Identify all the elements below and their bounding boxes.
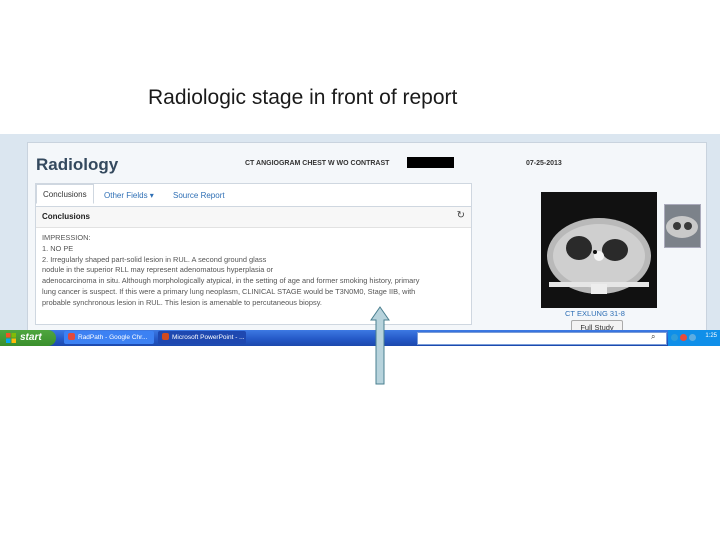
- ct-thumbnail[interactable]: [664, 204, 701, 248]
- volume-icon[interactable]: [689, 334, 696, 341]
- slide-title: Radiologic stage in front of report: [148, 86, 458, 109]
- study-name: CT ANGIOGRAM CHEST W WO CONTRAST: [245, 160, 390, 167]
- tab-other-fields[interactable]: Other Fields ▾: [104, 191, 154, 200]
- security-icon[interactable]: [680, 334, 687, 341]
- search-input[interactable]: [417, 332, 667, 345]
- report-line: lung cancer is suspect. If this were a p…: [42, 286, 416, 296]
- report-line: IMPRESSION:: [42, 233, 91, 242]
- report-line: adenocarcinoma in situ. Although morphol…: [42, 276, 420, 286]
- report-line: nodule in the superior RLL may represent…: [42, 265, 274, 275]
- tab-bar: Conclusions Other Fields ▾ Source Report: [36, 184, 471, 207]
- clock: 1:25: [705, 333, 717, 339]
- taskbar-item-label: Microsoft PowerPoint - ...: [172, 334, 245, 341]
- system-tray: 1:25: [668, 330, 720, 346]
- taskbar-item-label: RadPath - Google Chr...: [78, 334, 148, 341]
- windows-flag-icon: [6, 333, 16, 343]
- section-label: Conclusions: [42, 212, 91, 221]
- up-arrow-icon: [370, 306, 390, 385]
- report-line: 1. NO PE: [42, 243, 74, 253]
- radiology-panel: Radiology CT ANGIOGRAM CHEST W WO CONTRA…: [27, 142, 707, 334]
- report-line: 2. Irregularly shaped part-solid lesion …: [42, 254, 267, 264]
- search-icon[interactable]: ⌕: [651, 332, 655, 342]
- report-text: IMPRESSION: 1. NO PE 2. Irregularly shap…: [42, 233, 466, 309]
- refresh-icon[interactable]: ↻: [457, 210, 465, 221]
- tab-source-report[interactable]: Source Report: [173, 191, 225, 200]
- app-title: Radiology: [36, 155, 119, 174]
- screenshot-region: Radiology CT ANGIOGRAM CHEST W WO CONTRA…: [0, 134, 720, 334]
- taskbar: start RadPath - Google Chr... Microsoft …: [0, 330, 720, 346]
- chrome-icon: [68, 333, 75, 340]
- image-caption[interactable]: CT EXLUNG 31-8: [565, 309, 625, 318]
- tab-conclusions[interactable]: Conclusions: [36, 184, 94, 204]
- powerpoint-icon: [162, 333, 169, 340]
- ct-scan-image[interactable]: [541, 192, 657, 308]
- redaction-box: [407, 157, 454, 168]
- start-button[interactable]: start: [0, 330, 56, 346]
- section-header: Conclusions ↻: [36, 207, 471, 228]
- study-date: 07-25-2013: [526, 160, 562, 167]
- start-label: start: [20, 332, 42, 343]
- taskbar-item-chrome[interactable]: RadPath - Google Chr...: [64, 331, 154, 344]
- taskbar-item-powerpoint[interactable]: Microsoft PowerPoint - ...: [158, 331, 246, 344]
- report-card: Conclusions Other Fields ▾ Source Report…: [35, 183, 472, 325]
- report-line: probable synchronous lesion in RUL. This…: [42, 297, 322, 307]
- network-icon[interactable]: [671, 334, 678, 341]
